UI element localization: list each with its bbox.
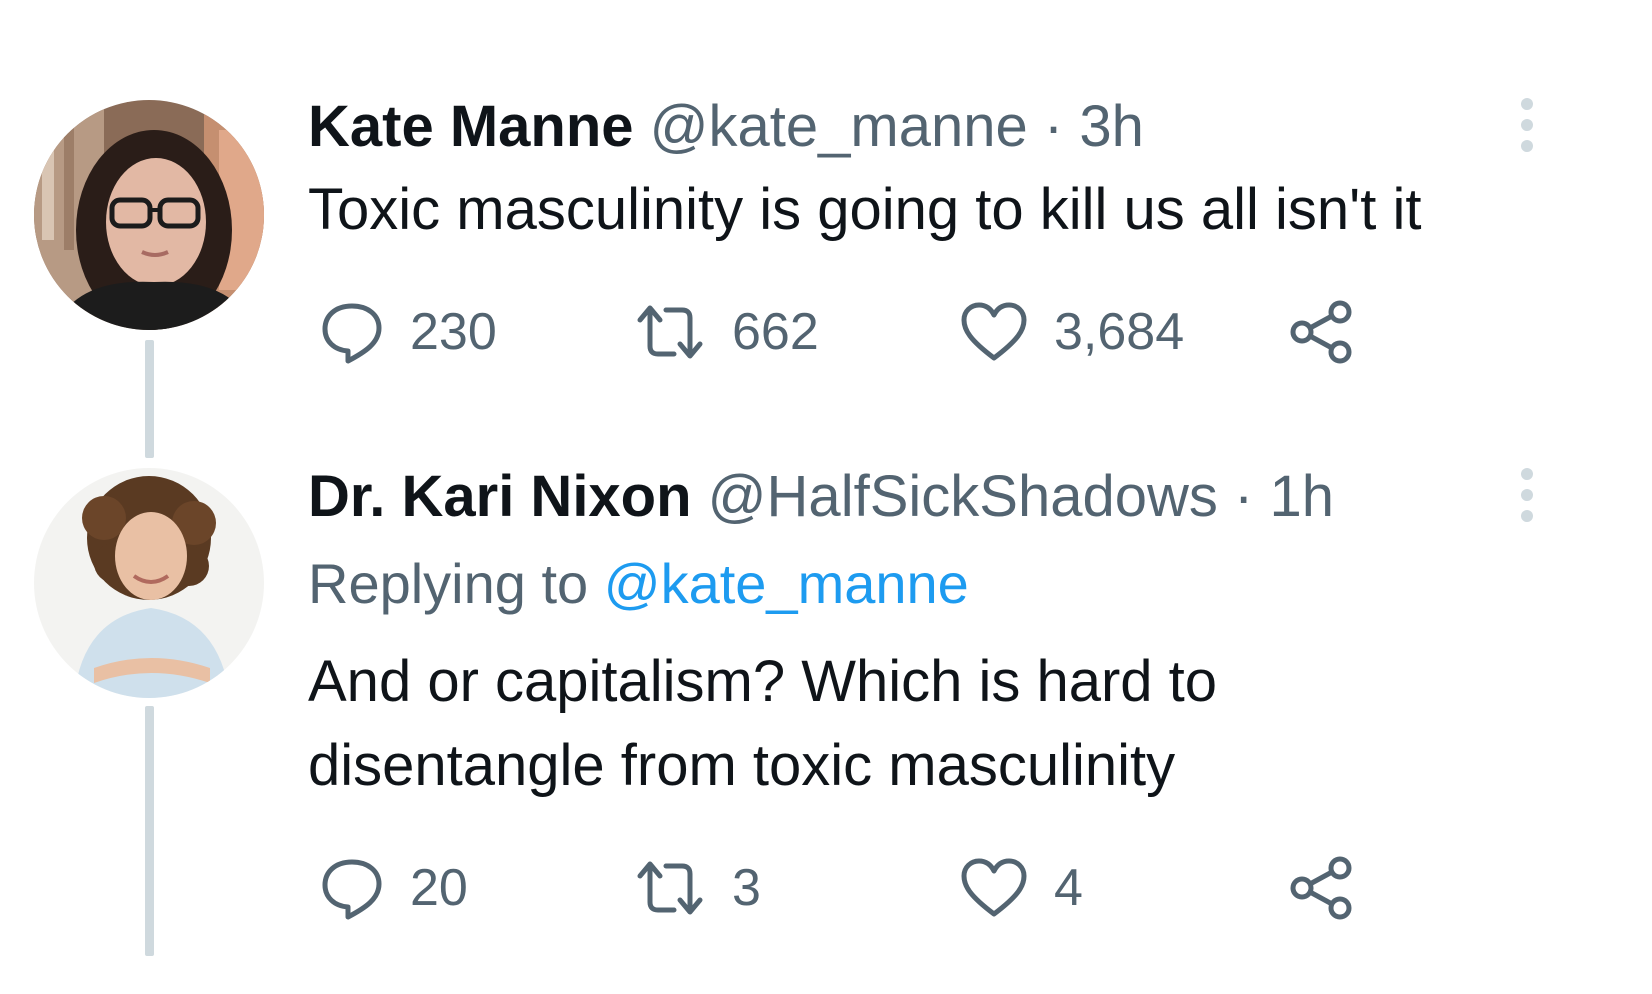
reply-count: 230 bbox=[410, 303, 497, 361]
tweet-text: And or capitalism? Which is hard to dise… bbox=[308, 640, 1217, 808]
tweet-header: Dr. Kari Nixon @HalfSickShadows · 1h bbox=[308, 468, 1334, 526]
replying-to-label: Replying to bbox=[308, 552, 589, 615]
separator: · bbox=[1234, 464, 1254, 529]
more-vertical-icon[interactable] bbox=[1512, 96, 1542, 154]
share-button[interactable] bbox=[1290, 856, 1354, 920]
reply-bubble-icon bbox=[320, 300, 384, 364]
reply-count: 20 bbox=[410, 859, 468, 917]
avatar[interactable] bbox=[34, 468, 264, 698]
timestamp[interactable]: 1h bbox=[1269, 464, 1334, 529]
heart-icon bbox=[960, 300, 1028, 364]
reply-button[interactable]: 230 bbox=[320, 300, 497, 364]
tweet-text-line: disentangle from toxic masculinity bbox=[308, 733, 1176, 798]
timestamp[interactable]: 3h bbox=[1079, 94, 1144, 159]
tweet-text-line: Toxic masculinity is going to kill us al… bbox=[308, 177, 1422, 242]
like-button[interactable]: 4 bbox=[960, 856, 1083, 920]
reply-button[interactable]: 20 bbox=[320, 856, 468, 920]
replying-to: Replying to @kate_manne bbox=[308, 556, 969, 612]
retweet-icon bbox=[634, 856, 706, 920]
avatar[interactable] bbox=[34, 100, 264, 330]
display-name[interactable]: Kate Manne bbox=[308, 94, 634, 159]
reply-bubble-icon bbox=[320, 856, 384, 920]
more-vertical-icon[interactable] bbox=[1512, 466, 1542, 524]
thread-connector-line bbox=[145, 706, 154, 956]
mention-link[interactable]: @kate_manne bbox=[604, 552, 969, 615]
tweet-text: Toxic masculinity is going to kill us al… bbox=[308, 168, 1421, 252]
thread-connector-line bbox=[145, 340, 154, 458]
share-icon bbox=[1290, 300, 1354, 364]
user-handle[interactable]: @HalfSickShadows bbox=[708, 464, 1218, 529]
retweet-count: 662 bbox=[732, 303, 819, 361]
share-button[interactable] bbox=[1290, 300, 1354, 364]
user-handle[interactable]: @kate_manne bbox=[650, 94, 1028, 159]
share-icon bbox=[1290, 856, 1354, 920]
like-count: 3,684 bbox=[1054, 303, 1185, 361]
retweet-button[interactable]: 3 bbox=[634, 856, 761, 920]
separator: · bbox=[1043, 94, 1064, 159]
like-count: 4 bbox=[1054, 859, 1083, 917]
heart-icon bbox=[960, 856, 1028, 920]
like-button[interactable]: 3,684 bbox=[960, 300, 1184, 364]
tweet-text-line: And or capitalism? Which is hard to bbox=[308, 649, 1218, 714]
retweet-count: 3 bbox=[732, 859, 761, 917]
display-name[interactable]: Dr. Kari Nixon bbox=[308, 464, 692, 529]
tweet-header: Kate Manne @kate_manne · 3h bbox=[308, 98, 1144, 156]
retweet-button[interactable]: 662 bbox=[634, 300, 819, 364]
retweet-icon bbox=[634, 300, 706, 364]
